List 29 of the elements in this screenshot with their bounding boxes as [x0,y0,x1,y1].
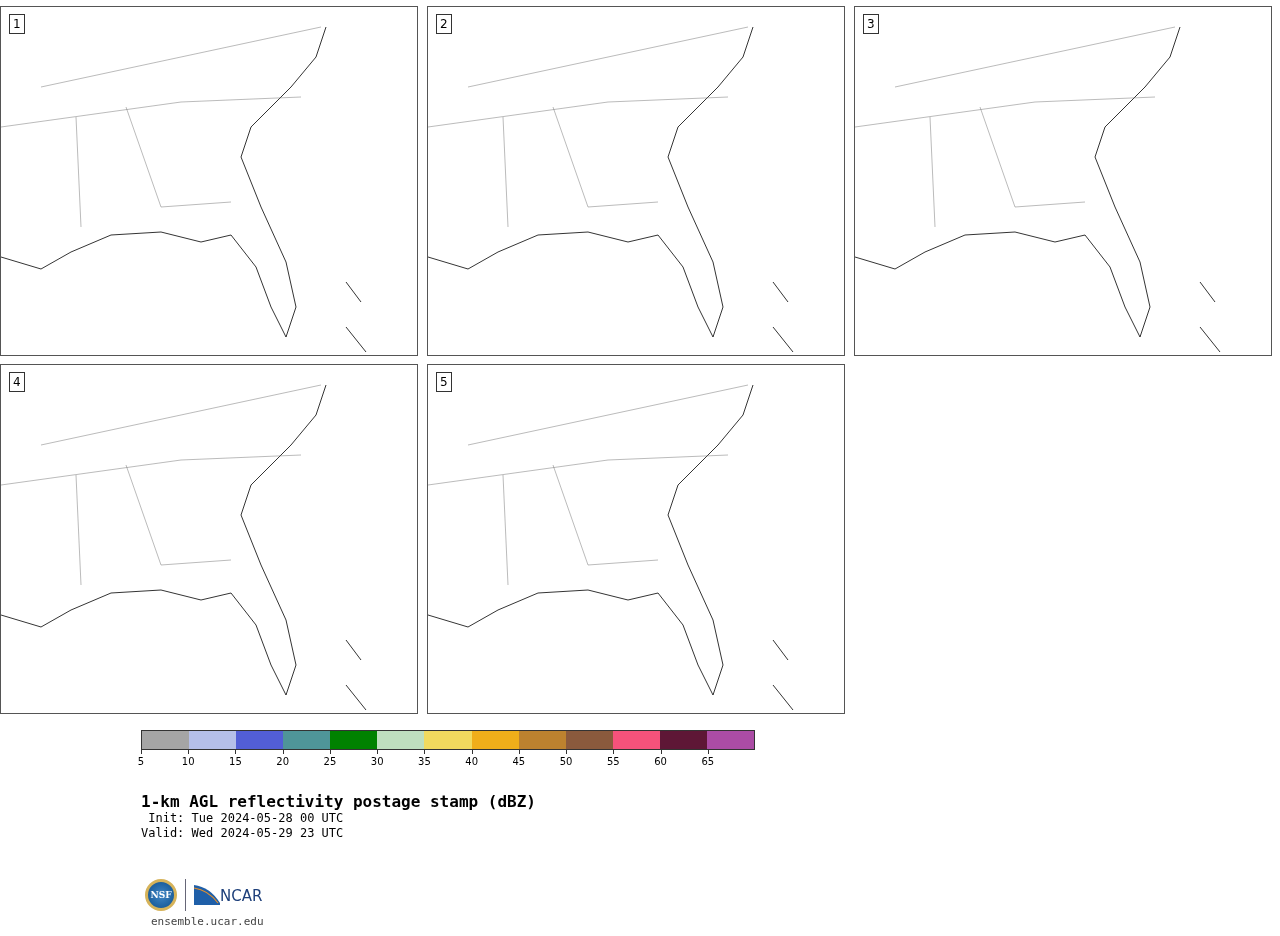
panel-number: 4 [9,372,25,392]
tick-label: 35 [416,756,433,767]
island-drawing [345,639,367,711]
tick-label: 30 [369,756,386,767]
island-drawing [772,281,794,353]
site-url: ensemble.ucar.edu [151,915,265,928]
panel-number: 1 [9,14,25,34]
valid-time: Valid: Wed 2024-05-29 23 UTC [141,826,345,841]
tick-label: 60 [652,756,669,767]
nsf-logo: NSF [145,879,177,911]
tick-label: 45 [510,756,527,767]
panel-number: 5 [436,372,452,392]
panel-number: 2 [436,14,452,34]
island-drawing [345,281,367,353]
tick-label: 15 [227,756,244,767]
tick-label: 20 [274,756,291,767]
tick-label: 25 [321,756,338,767]
swoosh-icon [194,885,220,905]
ncar-logo-text: NCAR [220,887,263,905]
tick-label: 50 [558,756,575,767]
tick-label: 10 [180,756,197,767]
island-drawing [772,639,794,711]
tick-label: 40 [463,756,480,767]
panel-number: 3 [863,14,879,34]
tick-label: 55 [605,756,622,767]
chart-title: 1-km AGL reflectivity postage stamp (dBZ) [141,792,537,811]
init-time: Init: Tue 2024-05-28 00 UTC [147,811,345,826]
tick-label: 65 [699,756,716,767]
island-drawing [1199,281,1221,353]
